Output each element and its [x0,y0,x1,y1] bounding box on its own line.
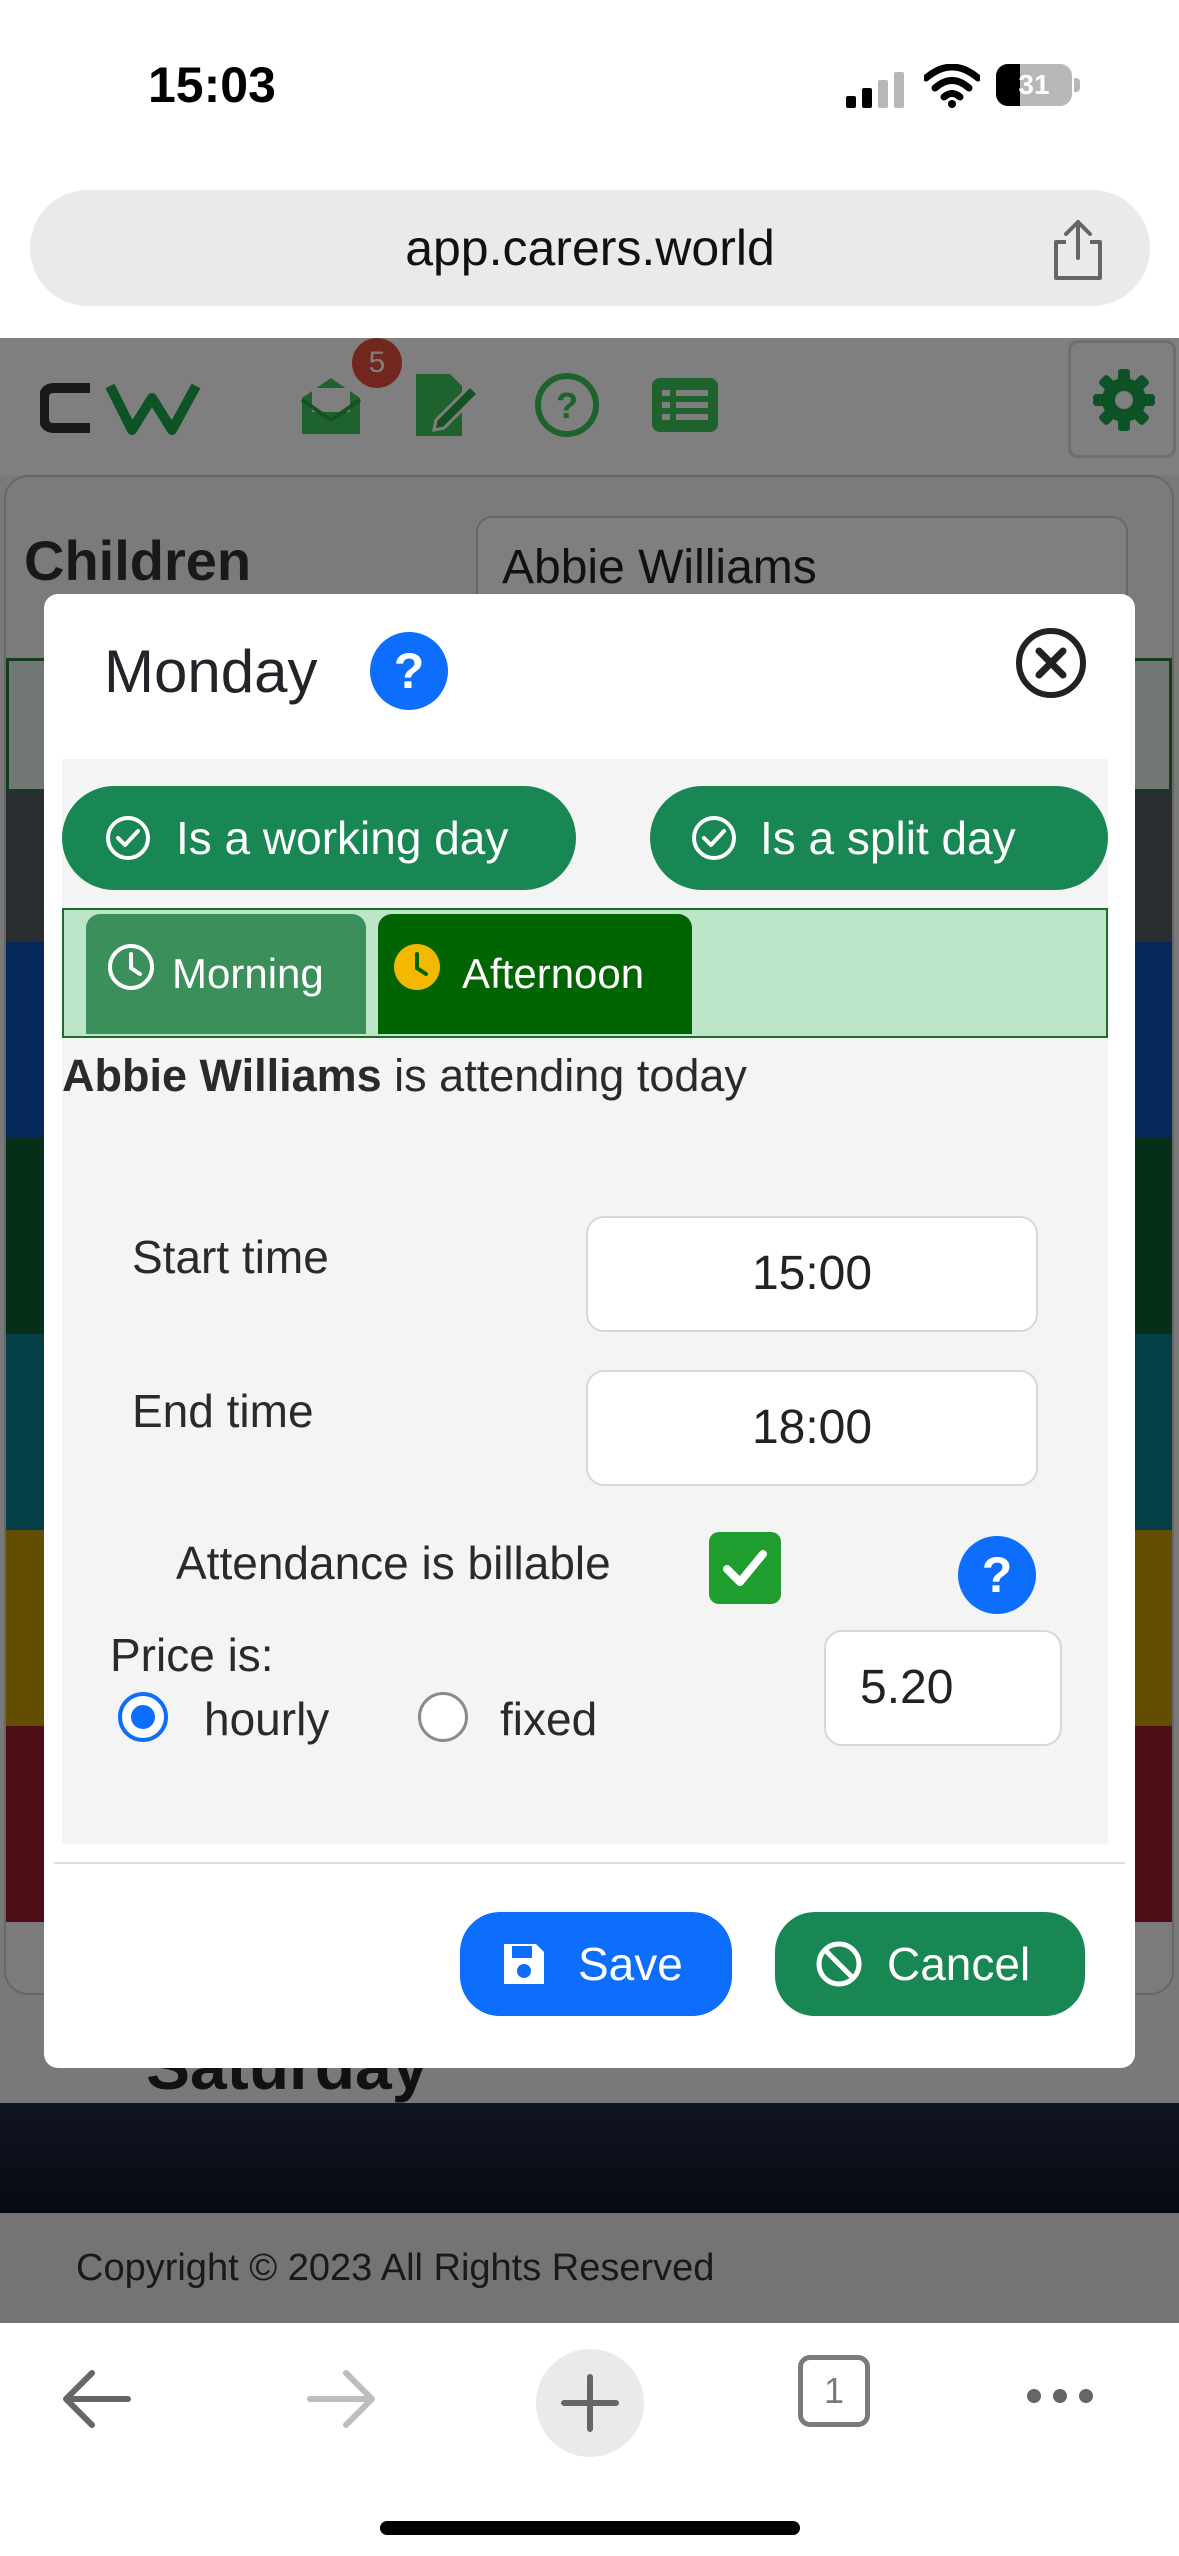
plus-icon [561,2374,619,2432]
start-time-input[interactable]: 15:00 [586,1216,1038,1332]
cancel-button[interactable]: Cancel [775,1912,1085,2016]
more-menu-icon[interactable] [1024,2381,1096,2411]
help-button[interactable]: ? [370,632,448,710]
clock-icon [394,944,440,990]
radio-hourly-label[interactable]: hourly [204,1692,329,1746]
day-modal: Monday ? Is a working day Is a split day… [44,594,1135,2068]
forward-arrow-icon[interactable] [304,2367,380,2431]
url-text: app.carers.world [405,220,775,276]
price-input[interactable]: 5.20 [824,1630,1062,1746]
cancel-label: Cancel [887,1938,1031,1990]
address-bar[interactable]: app.carers.world [30,190,1150,306]
browser-toolbar: 1 [0,2323,1179,2556]
save-label: Save [578,1938,683,1990]
session-tabs: Morning Afternoon [62,908,1108,1038]
checkmark-icon [723,1550,767,1586]
billable-label: Attendance is billable [176,1537,611,1589]
attendance-message: Abbie Williams is attending today [62,1046,747,1106]
tab-morning[interactable]: Morning [86,914,366,1034]
radio-fixed-label[interactable]: fixed [500,1692,597,1746]
radio-hourly[interactable] [118,1692,168,1742]
battery-icon: 31 [996,64,1080,106]
radio-fixed[interactable] [418,1692,468,1742]
end-time-label: End time [132,1385,314,1437]
clock-icon [108,944,154,990]
attendance-suffix: is attending today [381,1050,747,1101]
billable-help-button[interactable]: ? [958,1536,1036,1614]
start-time-label: Start time [132,1231,329,1283]
modal-title: Monday [104,638,318,705]
share-icon[interactable] [1048,218,1108,282]
home-indicator [380,2521,800,2535]
working-day-toggle[interactable]: Is a working day [62,786,576,890]
cellular-signal-icon [846,72,904,108]
end-time-input[interactable]: 18:00 [586,1370,1038,1486]
floppy-disk-icon [504,1944,544,1984]
tabs-button[interactable]: 1 [798,2355,870,2427]
modal-footer-divider [54,1862,1125,1864]
status-time: 15:03 [148,57,276,113]
working-day-label: Is a working day [176,812,509,864]
check-circle-icon [106,816,150,860]
check-circle-icon [692,816,736,860]
tab-afternoon-label: Afternoon [462,950,645,997]
back-arrow-icon[interactable] [58,2367,134,2431]
price-label: Price is: [110,1629,274,1681]
save-button[interactable]: Save [460,1912,732,2016]
billable-checkbox[interactable] [709,1532,781,1604]
split-day-label: Is a split day [760,812,1016,864]
child-name: Abbie Williams [62,1050,382,1101]
ban-icon [816,1941,862,1987]
battery-level: 31 [1018,69,1050,100]
new-tab-button[interactable] [536,2349,644,2457]
tab-morning-label: Morning [172,950,324,997]
wifi-icon [924,64,980,108]
split-day-toggle[interactable]: Is a split day [650,786,1108,890]
close-icon[interactable] [1014,626,1088,700]
tab-afternoon[interactable]: Afternoon [378,914,692,1034]
status-bar: 15:03 31 [0,0,1179,170]
